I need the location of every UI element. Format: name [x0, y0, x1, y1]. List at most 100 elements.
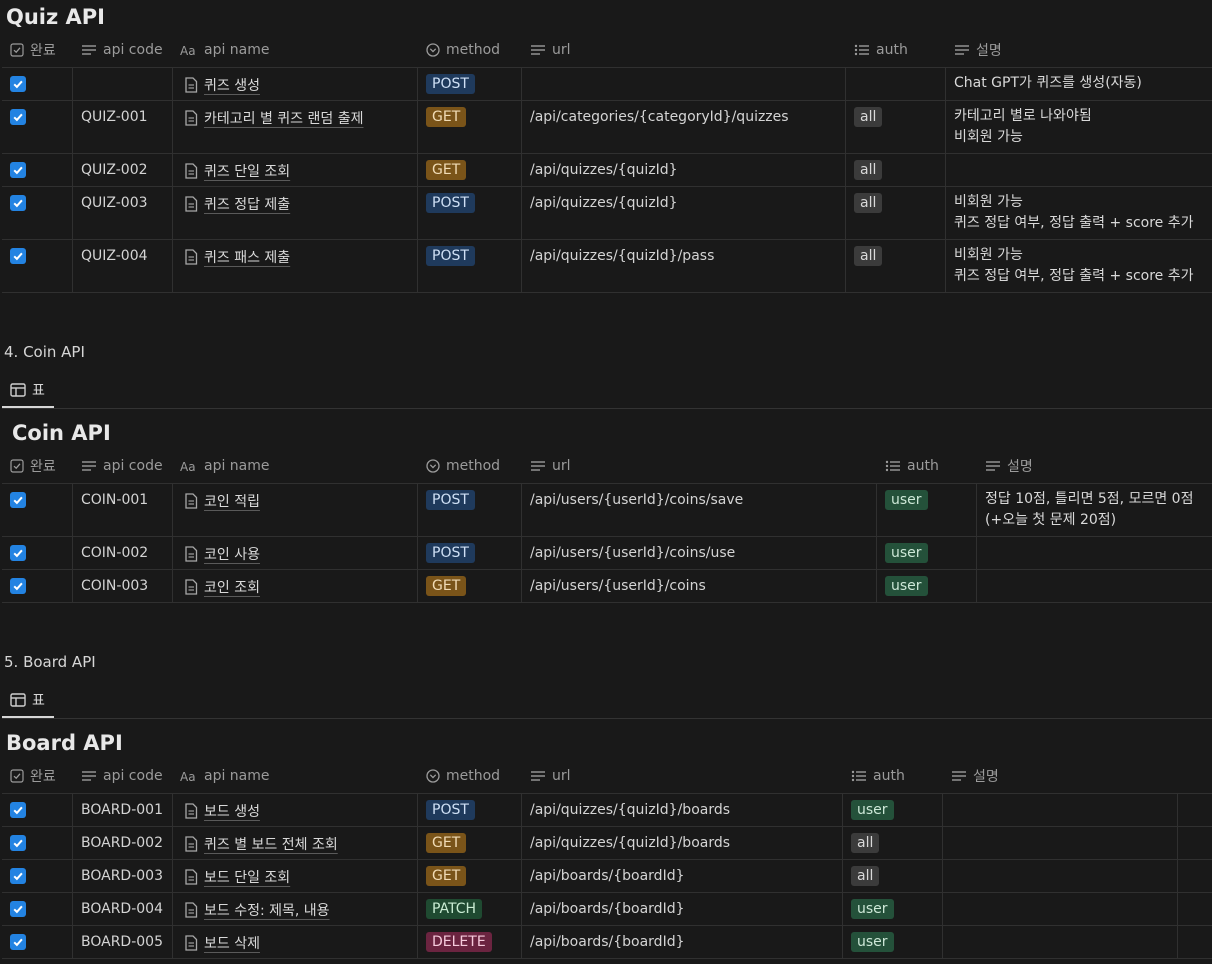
- quiz-done-checkbox[interactable]: [10, 162, 26, 178]
- quiz-api-name[interactable]: 퀴즈 정답 제출: [184, 194, 290, 214]
- coin-method-tag: POST: [426, 543, 475, 563]
- board-row-divider: [2, 793, 1212, 794]
- coin-api-name[interactable]: 코인 사용: [184, 544, 260, 564]
- coin-description-line: 정답 10점, 틀리면 5점, 모르면 0점: [985, 491, 1194, 507]
- list-icon: [854, 44, 870, 56]
- board-header-done[interactable]: 완료: [10, 766, 56, 786]
- quiz-api-name[interactable]: 퀴즈 패스 제출: [184, 247, 290, 267]
- page-icon: [184, 163, 198, 179]
- board-api-name[interactable]: 보드 수정: 제목, 내용: [184, 900, 330, 920]
- board-api-name[interactable]: 보드 삭제: [184, 933, 260, 953]
- text-lines-icon: [530, 460, 546, 472]
- text-lines-icon: [81, 44, 97, 56]
- coin-api-name-text[interactable]: 코인 사용: [204, 544, 260, 564]
- quiz-header-desc[interactable]: 설명: [954, 40, 1002, 60]
- board-url: /api/boards/{boardId}: [530, 901, 685, 917]
- board-header-name[interactable]: Aa api name: [180, 766, 270, 786]
- quiz-api-name-text[interactable]: 카테고리 별 퀴즈 랜덤 출제: [204, 108, 363, 128]
- coin-view-divider: [2, 408, 1212, 409]
- quiz-api-name[interactable]: 카테고리 별 퀴즈 랜덤 출제: [184, 108, 363, 128]
- board-api-name-text[interactable]: 보드 수정: 제목, 내용: [204, 900, 330, 920]
- board-done-checkbox[interactable]: [10, 934, 26, 950]
- board-url: /api/boards/{boardId}: [530, 934, 685, 950]
- board-api-name-text[interactable]: 보드 단일 조회: [204, 867, 290, 887]
- quiz-header-url[interactable]: url: [530, 40, 571, 60]
- board-done-checkbox[interactable]: [10, 835, 26, 851]
- quiz-done-checkbox[interactable]: [10, 248, 26, 264]
- quiz-api-name[interactable]: 퀴즈 단일 조회: [184, 161, 290, 181]
- coin-api-name[interactable]: 코인 적립: [184, 491, 260, 511]
- aa-title-icon: Aa: [180, 770, 198, 782]
- quiz-header-auth[interactable]: auth: [854, 40, 908, 60]
- coin-auth-tag: user: [885, 576, 928, 596]
- coin-api-name-text[interactable]: 코인 조회: [204, 577, 260, 597]
- coin-header-auth[interactable]: auth: [885, 456, 939, 476]
- coin-done-checkbox[interactable]: [10, 578, 26, 594]
- check-icon: [12, 547, 24, 559]
- board-column-divider: [417, 793, 418, 958]
- quiz-column-divider: [521, 67, 522, 292]
- quiz-header-done[interactable]: 완료: [10, 40, 56, 60]
- text-lines-icon: [530, 770, 546, 782]
- quiz-column-divider: [845, 67, 846, 292]
- check-icon: [12, 494, 24, 506]
- board-view-tab[interactable]: 표: [10, 690, 45, 710]
- text-lines-icon: [81, 460, 97, 472]
- coin-header-url[interactable]: url: [530, 456, 571, 476]
- coin-view-tab[interactable]: 표: [10, 380, 45, 400]
- board-api-name[interactable]: 보드 단일 조회: [184, 867, 290, 887]
- board-api-name-text[interactable]: 보드 삭제: [204, 933, 260, 953]
- quiz-header-code[interactable]: api code: [81, 40, 163, 60]
- quiz-api-name-text[interactable]: 퀴즈 단일 조회: [204, 161, 290, 181]
- quiz-api-name-text[interactable]: 퀴즈 정답 제출: [204, 194, 290, 214]
- coin-header-desc[interactable]: 설명: [985, 456, 1033, 476]
- quiz-api-code: QUIZ-003: [81, 195, 148, 211]
- board-header-code[interactable]: api code: [81, 766, 163, 786]
- check-icon: [12, 804, 24, 816]
- coin-done-checkbox[interactable]: [10, 545, 26, 561]
- quiz-done-checkbox[interactable]: [10, 109, 26, 125]
- coin-method-tag: GET: [426, 576, 467, 596]
- quiz-header-method[interactable]: method: [426, 40, 500, 60]
- board-api-name-text[interactable]: 보드 생성: [204, 801, 260, 821]
- check-icon: [12, 111, 24, 123]
- coin-api-name-text[interactable]: 코인 적립: [204, 491, 260, 511]
- quiz-done-checkbox[interactable]: [10, 195, 26, 211]
- board-api-name[interactable]: 퀴즈 별 보드 전체 조회: [184, 834, 338, 854]
- coin-done-checkbox[interactable]: [10, 492, 26, 508]
- board-done-checkbox[interactable]: [10, 868, 26, 884]
- coin-header-name[interactable]: Aa api name: [180, 456, 270, 476]
- board-column-divider: [1177, 793, 1178, 958]
- quiz-done-checkbox[interactable]: [10, 76, 26, 92]
- board-header-auth[interactable]: auth: [851, 766, 905, 786]
- check-icon: [12, 164, 24, 176]
- board-done-checkbox[interactable]: [10, 901, 26, 917]
- coin-api-name[interactable]: 코인 조회: [184, 577, 260, 597]
- board-api-name-text[interactable]: 퀴즈 별 보드 전체 조회: [204, 834, 338, 854]
- board-done-checkbox[interactable]: [10, 802, 26, 818]
- coin-auth-tag: user: [885, 543, 928, 563]
- quiz-row-divider: [2, 239, 1212, 240]
- coin-header-code[interactable]: api code: [81, 456, 163, 476]
- quiz-api-name[interactable]: 퀴즈 생성: [184, 75, 260, 95]
- quiz-auth-tag: all: [854, 107, 883, 127]
- board-url: /api/quizzes/{quizId}/boards: [530, 802, 731, 818]
- quiz-api-name-text[interactable]: 퀴즈 패스 제출: [204, 247, 290, 267]
- quiz-column-divider: [945, 67, 946, 292]
- page-icon: [184, 579, 198, 595]
- board-api-code: BOARD-003: [81, 868, 163, 884]
- board-api-name[interactable]: 보드 생성: [184, 801, 260, 821]
- quiz-api-name-text[interactable]: 퀴즈 생성: [204, 75, 260, 95]
- quiz-row-divider: [2, 100, 1212, 101]
- coin-header-done[interactable]: 완료: [10, 456, 56, 476]
- coin-row-divider: [2, 569, 1212, 570]
- board-column-divider: [72, 793, 73, 958]
- coin-column-divider: [417, 483, 418, 602]
- board-header-method[interactable]: method: [426, 766, 500, 786]
- board-header-url[interactable]: url: [530, 766, 571, 786]
- coin-header-method[interactable]: method: [426, 456, 500, 476]
- coin-api-code: COIN-002: [81, 545, 149, 561]
- quiz-header-name[interactable]: Aa api name: [180, 40, 270, 60]
- board-header-desc[interactable]: 설명: [951, 766, 999, 786]
- quiz-description-line: 카테고리 별로 나와야됨: [954, 108, 1092, 124]
